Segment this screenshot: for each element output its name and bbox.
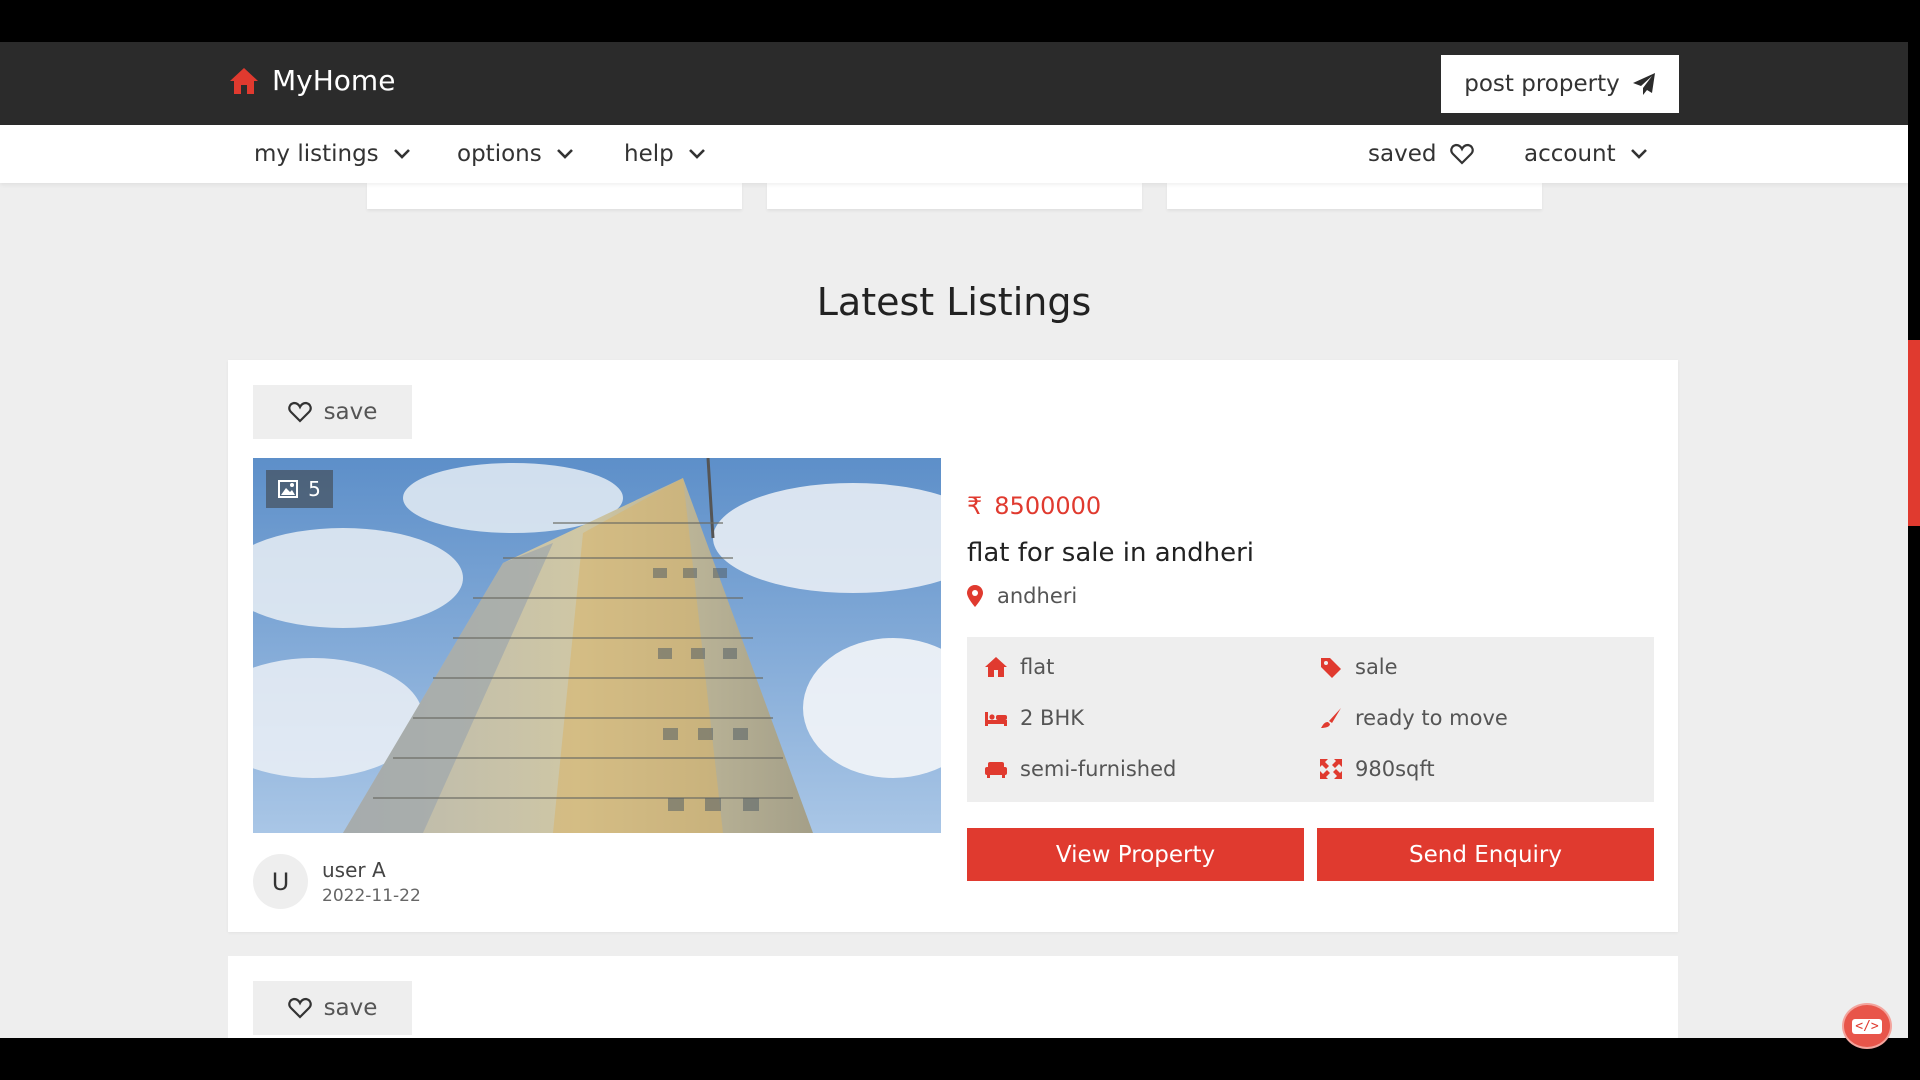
menu-saved-label: saved — [1368, 141, 1437, 167]
listing-title[interactable]: flat for sale in andheri — [967, 538, 1254, 568]
features-panel: flat sale 2 BHK ready to move semi-furni… — [967, 637, 1654, 802]
listing-card: save — [228, 360, 1678, 932]
couch-icon — [985, 762, 1007, 778]
photo-count: 5 — [308, 477, 321, 501]
feature-area-label: 980sqft — [1355, 757, 1435, 781]
bed-icon — [985, 712, 1007, 726]
menu-account[interactable]: account — [1524, 125, 1648, 183]
rupee-icon: ₹ — [967, 492, 983, 520]
map-marker-icon — [967, 585, 983, 607]
menu-my-listings[interactable]: my listings — [254, 125, 411, 183]
chevron-down-icon — [556, 149, 573, 159]
feature-type: flat — [984, 655, 1054, 679]
menu-help-label: help — [624, 141, 674, 167]
previous-card — [767, 183, 1142, 209]
feature-bhk-label: 2 BHK — [1020, 706, 1085, 730]
view-property-button[interactable]: View Property — [967, 828, 1304, 881]
paper-plane-icon — [1632, 73, 1655, 95]
code-icon: </> — [1852, 1018, 1882, 1034]
home-icon — [230, 67, 258, 94]
top-navbar: MyHome post property — [0, 42, 1908, 125]
price-value: 8500000 — [994, 492, 1102, 520]
feature-status: ready to move — [1319, 706, 1508, 730]
menu-options-label: options — [457, 141, 542, 167]
brand-name: MyHome — [272, 64, 396, 97]
location-label: andheri — [997, 584, 1078, 608]
heart-icon — [287, 997, 312, 1019]
save-label: save — [323, 399, 378, 425]
brush-icon — [1321, 708, 1341, 728]
feature-furnishing-label: semi-furnished — [1020, 757, 1177, 781]
letterbox-bottom — [0, 1038, 1920, 1080]
previous-card — [367, 183, 742, 209]
location: andheri — [967, 584, 1077, 608]
letterbox-top — [0, 0, 1920, 42]
chevron-down-icon — [393, 149, 410, 159]
building-photo — [253, 458, 941, 833]
feature-furnishing: semi-furnished — [984, 757, 1176, 781]
home-icon — [985, 657, 1007, 677]
owner-name: user A — [322, 857, 386, 882]
feature-type-label: flat — [1020, 655, 1055, 679]
chevron-down-icon — [1630, 149, 1647, 159]
save-button[interactable]: save — [253, 385, 412, 439]
feature-purpose: sale — [1319, 655, 1398, 679]
heart-icon — [287, 401, 312, 423]
image-icon — [278, 480, 299, 498]
avatar: U — [253, 854, 308, 909]
post-property-label: post property — [1464, 71, 1620, 97]
previous-card — [1167, 183, 1542, 209]
menu-account-label: account — [1524, 141, 1616, 167]
property-photo[interactable]: 5 — [253, 458, 941, 833]
menu-options[interactable]: options — [457, 125, 574, 183]
menu-saved[interactable]: saved — [1368, 125, 1475, 183]
feature-area: 980sqft — [1319, 757, 1435, 781]
heart-icon — [1450, 143, 1475, 165]
save-button[interactable]: save — [253, 981, 412, 1035]
post-property-button[interactable]: post property — [1441, 55, 1679, 113]
sub-navbar: my listings options help saved account — [0, 125, 1908, 183]
send-enquiry-button[interactable]: Send Enquiry — [1317, 828, 1654, 881]
brand-logo[interactable]: MyHome — [228, 64, 395, 97]
price: ₹ 8500000 — [967, 492, 1101, 520]
menu-help[interactable]: help — [624, 125, 706, 183]
save-label: save — [323, 995, 378, 1021]
feature-purpose-label: sale — [1355, 655, 1398, 679]
listing-card: save — [228, 956, 1678, 1038]
menu-my-listings-label: my listings — [254, 141, 379, 167]
chevron-down-icon — [688, 149, 705, 159]
browser-viewport: MyHome post property my listings options… — [0, 42, 1908, 1038]
scrollbar-thumb[interactable] — [1908, 340, 1920, 526]
section-title: Latest Listings — [816, 280, 1092, 324]
feature-status-label: ready to move — [1355, 706, 1508, 730]
expand-arrows-icon — [1320, 759, 1342, 779]
posted-date: 2022-11-22 — [322, 885, 421, 906]
photo-count-badge: 5 — [266, 470, 333, 508]
feature-bhk: 2 BHK — [984, 706, 1084, 730]
owner-info: U user A 2022-11-22 — [253, 854, 421, 909]
tag-icon — [1321, 658, 1341, 678]
chat-widget-button[interactable]: </> — [1842, 1003, 1892, 1049]
